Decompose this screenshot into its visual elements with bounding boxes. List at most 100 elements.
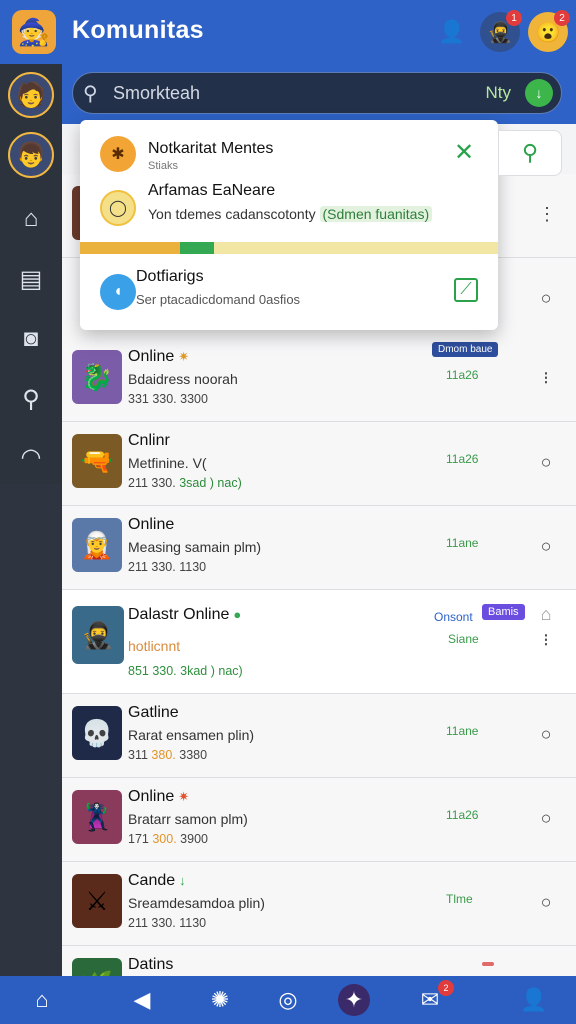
item-badge: Bamis: [482, 604, 525, 620]
search-icon: ⚲: [83, 83, 98, 105]
home-icon[interactable]: ⌂: [8, 196, 54, 242]
progress-fill: [80, 242, 181, 254]
popup-item[interactable]: ◯ Arfamas EaNeare Yon tdemes cadanscoton…: [80, 178, 498, 242]
game-thumbnail: 💀: [72, 706, 122, 760]
chat-icon[interactable]: ◠: [8, 434, 54, 480]
notification-popup: ✱ Notkaritat Mentes Stiaks ✕ ◯ Arfamas E…: [80, 120, 498, 330]
camera-icon[interactable]: ◙: [8, 316, 54, 362]
back-icon[interactable]: ◀: [126, 984, 158, 1016]
more-icon[interactable]: ○: [538, 536, 554, 557]
item-subtitle: hotlicnnt: [128, 638, 181, 654]
item-name: Cande ↓: [128, 872, 186, 889]
item-meta: 211 330. 1130: [128, 916, 207, 930]
item-meta: 211 330. 3sad ) nac): [128, 476, 242, 490]
list-item[interactable]: 🔫 Cnlinr Metfinine. V( 211 330. 3sad ) n…: [62, 422, 576, 506]
popup-item-title: Dotfiarigs: [136, 268, 204, 285]
filter-label[interactable]: Nty: [486, 83, 512, 103]
game-thumbnail: ⚔: [72, 874, 122, 928]
search-icon[interactable]: ⚲: [498, 130, 562, 176]
avatar-character-icon[interactable]: 🥷 1: [480, 10, 522, 52]
game-thumbnail: 🌿: [72, 958, 122, 976]
home-icon[interactable]: ⌂: [26, 984, 58, 1016]
lock-icon[interactable]: ⌂: [538, 604, 554, 625]
popup-item-title: Notkaritat Mentes: [148, 140, 274, 157]
notification-badge: 2: [554, 10, 570, 26]
app-header: 🧙 Komunitas 👤 🥷 1 😮 2: [0, 0, 576, 64]
record-icon[interactable]: ◎: [272, 984, 304, 1016]
item-meta: 851 330. 3kad ) nac): [128, 664, 243, 678]
settings-icon[interactable]: ✺: [204, 984, 236, 1016]
item-meta: 211 330. 1130: [128, 560, 207, 574]
item-stat: Siane: [448, 632, 479, 646]
more-icon[interactable]: ○: [538, 452, 554, 473]
more-icon[interactable]: ○: [538, 892, 554, 913]
progress-bar: [80, 242, 498, 254]
popup-item[interactable]: ✱ Notkaritat Mentes Stiaks ✕: [80, 120, 498, 182]
list-item[interactable]: 🌿 Datins: [62, 946, 576, 976]
list-item[interactable]: 🧝 Online Measing samain plm) 211 330. 11…: [62, 506, 576, 590]
app-title: Komunitas: [72, 16, 204, 44]
search-go-button[interactable]: ↓: [525, 79, 553, 107]
game-thumbnail: 🦹: [72, 790, 122, 844]
list-item[interactable]: 🐉 Online ✷ Bdaidress noorah 331 330. 3300…: [62, 338, 576, 422]
item-subtitle: Bdaidress noorah: [128, 371, 238, 387]
list-item[interactable]: 🦹 Online ✷ Bratarr samon plm) 171 300. 39…: [62, 778, 576, 862]
galaxy-icon[interactable]: ✦: [338, 984, 370, 1016]
item-subtitle: Bratarr samon plm): [128, 811, 248, 827]
item-stat: 11a26: [446, 368, 479, 382]
item-status: Onsont: [434, 610, 473, 624]
more-icon[interactable]: ○: [538, 724, 554, 745]
item-stat: Tlme: [446, 892, 473, 906]
left-rail: 🧑 👦 ⌂ ▤ ◙ ⚲ ◠: [0, 64, 62, 484]
item-stat: 11ane: [446, 724, 479, 738]
rail-avatar-1[interactable]: 🧑: [8, 72, 54, 118]
item-name: Gatline: [128, 704, 179, 721]
item-stat: 11ane: [446, 536, 479, 550]
item-badge: Dmom baue: [432, 342, 499, 357]
item-subtitle: Metfinine. V(: [128, 455, 207, 471]
search-input[interactable]: ⚲ Smorkteah Nty ↓: [72, 72, 562, 114]
user-icon[interactable]: 👤: [436, 16, 468, 48]
progress-fill-green: [180, 242, 214, 254]
bottom-nav: ⌂ ◀ ✺ ◎ ✦ ✉ 2 👤: [0, 976, 576, 1024]
more-icon[interactable]: ⋮: [538, 204, 556, 225]
item-name: Online: [128, 516, 175, 533]
item-name: Online ✷: [128, 348, 190, 365]
item-stat: 11a26: [446, 452, 479, 466]
more-icon[interactable]: ○: [538, 288, 554, 309]
list-item-highlighted[interactable]: 🥷 Dalastr Online ● hotlicnnt 851 330. 3ka…: [62, 590, 576, 694]
more-icon[interactable]: ○: [538, 808, 554, 829]
notification-badge: 1: [506, 10, 522, 26]
notes-icon[interactable]: ▤: [8, 256, 54, 302]
edit-icon[interactable]: ⟋: [454, 278, 478, 302]
list-item[interactable]: ⚔ Cande ↓ Sreamdesamdoa plin) 211 330. 11…: [62, 862, 576, 946]
popup-item-subtitle: Stiaks: [148, 160, 178, 172]
game-thumbnail: 🥷: [72, 606, 124, 664]
chat-icon: ◖: [100, 274, 136, 310]
emoji-icon[interactable]: 😮 2: [528, 10, 570, 52]
game-thumbnail: 🔫: [72, 434, 122, 488]
search-rail-icon[interactable]: ⚲: [8, 376, 54, 422]
item-name: Cnlinr: [128, 432, 170, 449]
item-meta: 311 380. 3380: [128, 748, 208, 762]
rail-background: [0, 484, 62, 976]
circle-icon: ◯: [100, 190, 136, 226]
item-name: Dalastr Online ●: [128, 606, 242, 623]
more-icon[interactable]: ⁝: [538, 630, 554, 651]
item-name: Online ✷: [128, 788, 190, 805]
game-thumbnail: 🐉: [72, 350, 122, 404]
popup-item-subtitle: Yon tdemes cadanscotonty (Sdmen fuanitas…: [148, 206, 433, 222]
rail-avatar-2[interactable]: 👦: [8, 132, 54, 178]
popup-item[interactable]: ◖ Dotfiarigs Ser ptacadicdomand 0asfios …: [80, 254, 498, 330]
popup-item-title: Arfamas EaNeare: [148, 182, 276, 199]
profile-icon[interactable]: 👤: [518, 984, 550, 1016]
popup-item-subtitle: Ser ptacadicdomand 0asfios: [136, 292, 301, 307]
close-icon[interactable]: ✕: [450, 138, 478, 166]
item-meta: 331 330. 3300: [128, 392, 208, 406]
item-subtitle: Measing samain plm): [128, 539, 262, 555]
more-icon[interactable]: ⁝: [538, 368, 554, 389]
item-stat: 11a26: [446, 808, 479, 822]
list-item[interactable]: 💀 Gatline Rarat ensamen plin) 311 380. 3…: [62, 694, 576, 778]
mail-icon[interactable]: ✉ 2: [414, 980, 454, 1016]
game-character-icon[interactable]: 🧙: [12, 10, 56, 54]
